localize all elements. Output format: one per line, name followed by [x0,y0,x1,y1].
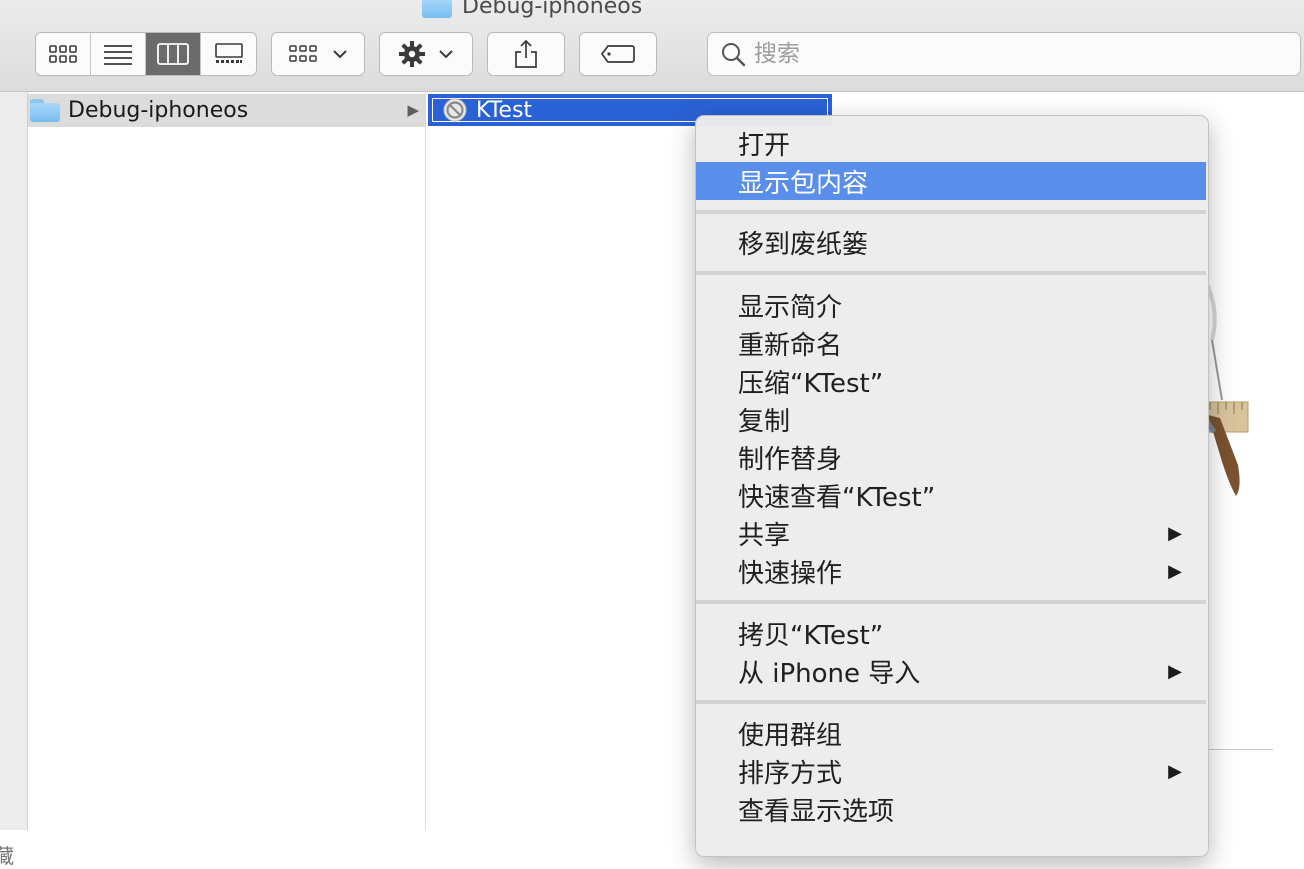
share-button[interactable] [487,32,565,76]
action-menu-button[interactable] [379,32,473,76]
submenu-arrow-icon: ▶ [1168,560,1182,582]
list-icon [104,45,132,65]
app-blocked-icon [442,97,468,123]
menu-item-get-info[interactable]: 显示简介 [696,286,1206,324]
share-icon [515,39,537,68]
finder-toolbar: Debug-iphoneos [0,0,1304,92]
menu-item-open[interactable]: 打开 [696,124,1206,162]
window-title-text: Debug-iphoneos [462,0,643,19]
menu-item-make-alias[interactable]: 制作替身 [696,438,1206,476]
submenu-arrow-icon: ▶ [1168,522,1182,544]
chevron-down-icon [439,50,453,59]
gallery-view-button[interactable] [201,33,256,75]
menu-item-share[interactable]: 共享 ▶ [696,514,1206,552]
chevron-down-icon [333,50,347,59]
sidebar-truncated-label: 藏 [0,844,14,868]
browser-column-1: Debug-iphoneos ▶ [28,92,426,830]
submenu-arrow-icon: ▶ [1168,760,1182,782]
menu-item-show-package-contents[interactable]: 显示包内容 [696,162,1206,200]
group-icon [289,45,317,62]
folder-icon [422,0,452,18]
search-field[interactable] [707,32,1301,76]
disclosure-arrow-icon: ▶ [407,101,419,119]
view-mode-control [35,32,257,76]
list-view-button[interactable] [91,33,146,75]
folder-icon [30,99,60,122]
menu-separator [696,700,1206,704]
submenu-arrow-icon: ▶ [1168,660,1182,682]
preview-divider [1205,749,1273,750]
menu-item-show-view-options[interactable]: 查看显示选项 [696,790,1206,828]
file-label: KTest [476,97,533,123]
gallery-icon [214,43,243,63]
search-icon [722,43,746,67]
menu-item-quick-look[interactable]: 快速查看“KTest” [696,476,1206,514]
tags-button[interactable] [579,32,657,76]
menu-item-copy[interactable]: 拷贝“KTest” [696,614,1206,652]
icon-view-button[interactable] [36,33,91,75]
menu-item-compress[interactable]: 压缩“KTest” [696,362,1206,400]
window-title: Debug-iphoneos [422,0,642,19]
columns-icon [157,43,189,65]
grid-icon [49,45,77,63]
group-by-button[interactable] [271,32,365,76]
folder-row-debug-iphoneos[interactable]: Debug-iphoneos ▶ [28,94,425,127]
menu-separator [696,271,1206,275]
column-view-button[interactable] [146,33,201,75]
gear-icon [399,41,425,67]
search-input[interactable] [752,40,1276,68]
sidebar: 藏 [0,92,28,868]
menu-item-duplicate[interactable]: 复制 [696,400,1206,438]
menu-separator [696,600,1206,604]
folder-label: Debug-iphoneos [68,98,249,123]
menu-item-rename[interactable]: 重新命名 [696,324,1206,362]
menu-item-import-from-iphone[interactable]: 从 iPhone 导入 ▶ [696,652,1206,690]
menu-item-use-groups[interactable]: 使用群组 [696,714,1206,752]
context-menu: 打开 显示包内容 移到废纸篓 显示简介 重新命名 压缩“KTest” 复制 制作… [695,115,1209,857]
menu-item-sort-by[interactable]: 排序方式 ▶ [696,752,1206,790]
menu-item-quick-actions[interactable]: 快速操作 ▶ [696,552,1206,590]
tag-icon [600,45,635,63]
menu-item-move-to-trash[interactable]: 移到废纸篓 [696,223,1206,261]
menu-separator [696,210,1206,214]
